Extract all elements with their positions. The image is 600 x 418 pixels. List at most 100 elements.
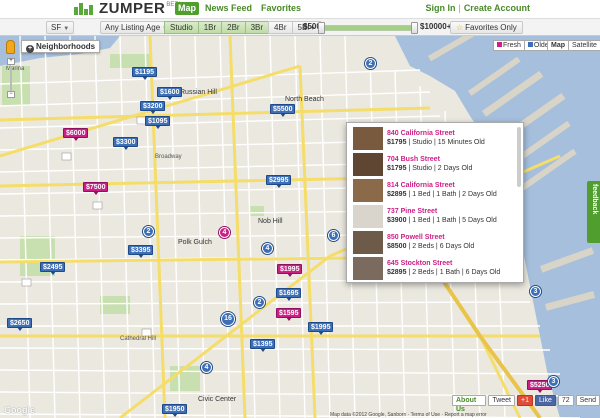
map-type-satellite-button[interactable]: Satellite	[568, 40, 600, 51]
about-us-link[interactable]: About Us	[452, 395, 487, 413]
listing-address[interactable]: 737 Pine Street	[387, 207, 497, 216]
google-plus-button[interactable]: +1	[517, 395, 533, 406]
account-links: Sign In | Create Account	[425, 3, 530, 13]
city-select[interactable]: SF ▼	[46, 21, 75, 34]
listing-cluster[interactable]: 2	[143, 226, 154, 237]
price-marker[interactable]: $2995	[266, 175, 292, 188]
listing-cluster[interactable]: 4	[219, 227, 230, 238]
street-view-pegman-icon[interactable]	[6, 40, 15, 54]
price-marker[interactable]: $3395	[128, 245, 154, 258]
price-marker[interactable]: $1600	[157, 87, 183, 100]
listing-thumbnail[interactable]	[353, 127, 383, 150]
price-marker[interactable]: $7500	[83, 182, 109, 195]
nav-map[interactable]: Map	[175, 2, 199, 15]
listing-address[interactable]: 840 California Street	[387, 129, 485, 138]
map-attribution[interactable]: Map data ©2012 Google, Sanborn · Terms o…	[330, 412, 487, 418]
map-canvas[interactable]: Marina Russian Hill North Beach Nob Hill…	[0, 36, 600, 418]
zoom-out-icon[interactable]: −	[7, 91, 15, 98]
price-marker[interactable]: $5500	[270, 104, 296, 117]
price-marker[interactable]: $1950	[162, 404, 188, 417]
neighborhoods-button[interactable]: + Neighborhoods	[21, 40, 101, 53]
place-label: Polk Gulch	[178, 239, 212, 246]
listing-item[interactable]: 850 Powell Street $8500 | 2 Beds | 6 Day…	[353, 231, 519, 257]
listing-thumbnail[interactable]	[353, 179, 383, 202]
feedback-tab[interactable]: feedback	[587, 181, 600, 243]
zoom-in-icon[interactable]: +	[7, 58, 15, 65]
bed-3br-button[interactable]: 3Br	[244, 21, 270, 34]
price-marker[interactable]: $3200	[140, 101, 166, 114]
main-nav: Map News Feed Favorites	[175, 2, 304, 15]
listings-popup: 840 California Street $1795 | Studio | 1…	[346, 122, 524, 283]
listing-item[interactable]: 645 Stockton Street $2895 | 2 Beds | 1 B…	[353, 257, 519, 283]
listing-cluster[interactable]: 3	[530, 286, 541, 297]
listing-cluster[interactable]: 4	[262, 243, 273, 254]
filter-bar: SF▼ Any Listing Age▼ Studio 1Br 2Br 3Br …	[0, 18, 600, 36]
facebook-like-button[interactable]: Like	[535, 395, 556, 406]
listing-thumbnail[interactable]	[353, 257, 383, 280]
price-marker[interactable]: $1595	[276, 308, 302, 321]
listing-thumbnail[interactable]	[353, 205, 383, 228]
listing-details: 2 Beds | 1 Bath | 6 Days Old	[412, 269, 501, 276]
listing-price: $2895	[387, 269, 407, 276]
price-marker[interactable]: $1095	[145, 116, 171, 129]
map-type-map-button[interactable]: Map	[547, 40, 569, 51]
listing-address[interactable]: 850 Powell Street	[387, 233, 474, 242]
zumper-logo[interactable]: ZUMPER BETA	[74, 1, 182, 17]
bed-4br-button[interactable]: 4Br	[268, 21, 293, 34]
create-account-link[interactable]: Create Account	[464, 3, 530, 13]
listing-details: Studio | 15 Minutes Old	[412, 139, 485, 146]
price-min-handle[interactable]	[318, 22, 325, 34]
price-marker[interactable]: $1395	[250, 339, 276, 352]
listing-age-value: Any Listing Age	[105, 23, 161, 32]
price-range-slider[interactable]	[318, 22, 418, 34]
listing-item[interactable]: 814 California Street $2895 | 1 Bed | 1 …	[353, 179, 519, 205]
listing-address[interactable]: 645 Stockton Street	[387, 259, 500, 268]
listing-cluster[interactable]: 3	[548, 376, 559, 387]
facebook-send-button[interactable]: Send	[575, 395, 600, 406]
favorites-only-button[interactable]: ☆ Favorites Only	[450, 21, 523, 34]
price-marker[interactable]: $1995	[308, 322, 334, 335]
place-label: Cathedral Hill	[120, 336, 157, 342]
price-marker[interactable]: $1995	[277, 264, 303, 277]
price-marker[interactable]: $2495	[40, 262, 66, 275]
price-max-handle[interactable]	[411, 22, 418, 34]
listing-cluster[interactable]: 2	[365, 58, 376, 69]
nav-news-feed[interactable]: News Feed	[202, 2, 255, 15]
listing-thumbnail[interactable]	[353, 231, 383, 254]
place-label: Nob Hill	[258, 218, 283, 225]
listing-item[interactable]: 840 California Street $1795 | Studio | 1…	[353, 127, 519, 153]
like-count: 72	[557, 395, 574, 406]
price-marker[interactable]: $3300	[113, 137, 139, 150]
listing-cluster[interactable]: 2	[254, 297, 265, 308]
listing-address[interactable]: 814 California Street	[387, 181, 497, 190]
price-marker[interactable]: $6000	[63, 128, 89, 141]
listing-address[interactable]: 704 Bush Street	[387, 155, 472, 164]
listing-thumbnail[interactable]	[353, 153, 383, 176]
listing-cluster[interactable]: 6	[328, 230, 339, 241]
sign-in-link[interactable]: Sign In	[425, 3, 455, 13]
listing-cluster[interactable]: 4	[201, 362, 212, 373]
listing-details: Studio | 2 Days Old	[412, 165, 473, 172]
bed-studio-button[interactable]: Studio	[164, 21, 199, 34]
listing-item[interactable]: 737 Pine Street $3900 | 1 Bed | 1 Bath |…	[353, 205, 519, 231]
place-label: Civic Center	[198, 396, 237, 403]
favorites-only-label: Favorites Only	[465, 23, 517, 32]
listing-item[interactable]: 704 Bush Street $1795 | Studio | 2 Days …	[353, 153, 519, 179]
listing-price: $3900	[387, 217, 407, 224]
listing-price: $1795	[387, 139, 407, 146]
listing-details: 1 Bed | 1 Bath | 5 Days Old	[412, 217, 497, 224]
price-marker[interactable]: $2650	[7, 318, 33, 331]
listing-age-select[interactable]: Any Listing Age▼	[100, 21, 174, 34]
bed-1br-button[interactable]: 1Br	[197, 21, 223, 34]
nav-favorites[interactable]: Favorites	[258, 2, 304, 15]
zoom-slider-track[interactable]	[10, 66, 12, 94]
city-select-value: SF	[51, 23, 62, 32]
bed-2br-button[interactable]: 2Br	[221, 21, 246, 34]
price-marker[interactable]: $1195	[132, 67, 158, 80]
google-logo[interactable]: Google	[4, 405, 35, 415]
listing-cluster[interactable]: 16	[221, 312, 235, 326]
zoom-control: + −	[7, 58, 15, 98]
tweet-button[interactable]: Tweet	[488, 395, 516, 406]
legend-fresh[interactable]: Fresh	[493, 40, 525, 51]
price-marker[interactable]: $1695	[276, 288, 302, 301]
